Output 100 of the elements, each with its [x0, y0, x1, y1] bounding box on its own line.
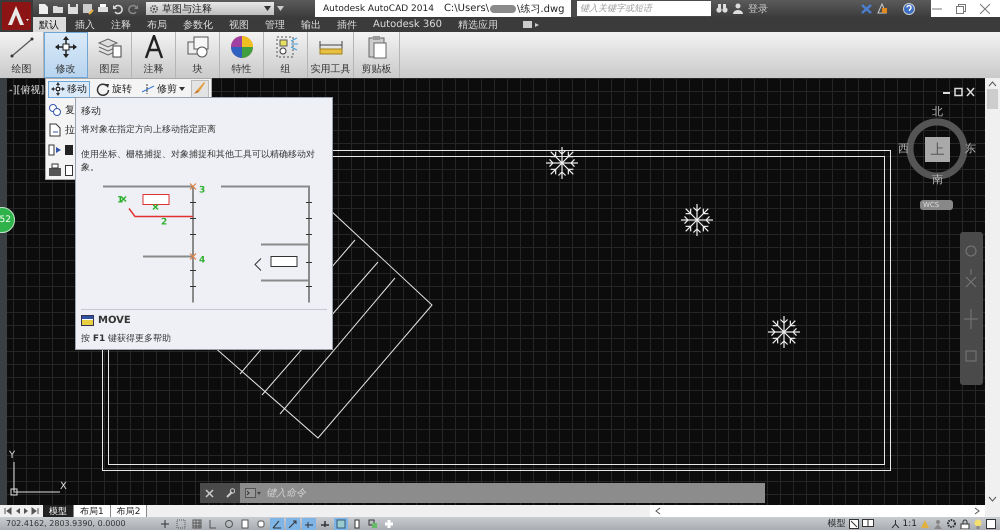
- array-icon[interactable]: [48, 162, 62, 176]
- mirror-icon[interactable]: [48, 142, 62, 156]
- status-toggle[interactable]: [286, 518, 300, 530]
- tool-button[interactable]: 修剪: [138, 80, 188, 98]
- ribbon-tab[interactable]: 精选应用: [450, 17, 505, 32]
- fullscreen-icon[interactable]: [986, 518, 996, 528]
- compass-south[interactable]: 南: [932, 174, 943, 186]
- ribbon-tab[interactable]: Autodesk 360: [366, 17, 449, 32]
- search-field[interactable]: 键入关键字或短语: [577, 1, 711, 16]
- status-toggle[interactable]: [222, 518, 236, 530]
- count-badge: 52: [0, 207, 15, 233]
- save-as-icon[interactable]: [82, 2, 94, 14]
- point-number: 3: [199, 186, 206, 196]
- ribbon-tab[interactable]: 参数化: [176, 17, 220, 32]
- viewport-controls-icon[interactable]: [943, 87, 975, 97]
- stay-connected-icon[interactable]: [877, 3, 888, 14]
- ribbon-tab[interactable]: 输出: [294, 17, 328, 32]
- scroll-right-icon[interactable]: [974, 507, 980, 515]
- undo-icon[interactable]: [112, 2, 124, 14]
- app-title: Autodesk AutoCAD 2014: [323, 4, 434, 14]
- status-toggle[interactable]: [158, 518, 172, 530]
- command-name: MOVE: [98, 315, 131, 326]
- ribbon-tab[interactable]: 注释: [104, 17, 138, 32]
- status-toggle[interactable]: [174, 518, 188, 530]
- paintbrush-icon: [192, 81, 206, 95]
- command-icon: [81, 315, 94, 326]
- file-path: C:\Users\: [444, 3, 490, 14]
- compass-east[interactable]: 东: [965, 143, 976, 155]
- axis-label: Y: [9, 450, 16, 461]
- layout-tab[interactable]: 布局1: [74, 505, 111, 517]
- compass-north[interactable]: 北: [932, 106, 943, 118]
- status-toggle[interactable]: [190, 518, 204, 530]
- app-menu-icon[interactable]: [0, 0, 33, 32]
- toggle-icon: [192, 518, 202, 528]
- ribbon-panel-button[interactable]: 特性: [220, 32, 264, 78]
- exchange-icon[interactable]: [861, 4, 872, 14]
- status-toggle[interactable]: [366, 518, 380, 530]
- status-toggle[interactable]: [302, 518, 316, 530]
- tool-label[interactable]: 复: [65, 102, 75, 116]
- ucs-axes-icon: [10, 462, 60, 496]
- point-number: 2: [161, 218, 168, 228]
- help-icon[interactable]: [903, 2, 915, 14]
- ribbon-panel-button[interactable]: 修改: [44, 32, 88, 78]
- first-tab-icon[interactable]: [4, 507, 12, 515]
- ribbon-tab[interactable]: 插件: [330, 17, 364, 32]
- save-icon[interactable]: [67, 2, 79, 14]
- plant-symbol-drawing: [768, 316, 800, 348]
- stretch-icon[interactable]: [48, 122, 62, 136]
- status-toggle[interactable]: [382, 518, 396, 530]
- scroll-down-icon[interactable]: [988, 496, 997, 502]
- gear-icon[interactable]: [946, 518, 957, 529]
- tool-icon[interactable]: [65, 142, 73, 156]
- viewport-icon[interactable]: [848, 518, 859, 528]
- scroll-left-icon[interactable]: [655, 507, 661, 515]
- workspace-label: 草图与注释: [162, 2, 213, 16]
- annotation-scale-icon[interactable]: [890, 518, 900, 528]
- tool-button[interactable]: 移动: [48, 80, 90, 98]
- shapes-icon: [184, 35, 210, 59]
- horizontal-scrollbar[interactable]: [650, 505, 985, 517]
- lock-icon[interactable]: [960, 518, 970, 528]
- tool-icon[interactable]: [65, 162, 73, 176]
- layout-tab[interactable]: 模型: [43, 505, 74, 517]
- binoculars-icon[interactable]: [716, 3, 728, 14]
- next-tab-icon[interactable]: [22, 507, 30, 515]
- ribbon-tab[interactable]: 布局: [140, 17, 174, 32]
- video-icon[interactable]: [522, 20, 539, 29]
- compass-west[interactable]: 西: [898, 143, 909, 155]
- scrollbar-thumb[interactable]: [987, 89, 998, 109]
- close-icon[interactable]: [205, 488, 214, 498]
- ribbon-tab[interactable]: 插入: [68, 17, 102, 32]
- scroll-up-icon[interactable]: [988, 81, 997, 87]
- last-tab-icon[interactable]: [31, 507, 39, 515]
- ribbon-tab[interactable]: 视图: [222, 17, 256, 32]
- move-arrows-icon: [52, 35, 78, 59]
- wrench-icon[interactable]: [224, 488, 235, 498]
- ribbon-tab[interactable]: 默认: [32, 17, 66, 32]
- tooltip-title: 移动: [81, 105, 102, 118]
- close-icon[interactable]: [980, 4, 990, 14]
- layout-tab[interactable]: 布局2: [110, 505, 148, 517]
- status-toggle[interactable]: [334, 518, 348, 530]
- layout-icon[interactable]: [862, 518, 874, 528]
- model-space-label[interactable]: 模型: [828, 517, 846, 530]
- restore-icon[interactable]: [956, 4, 966, 14]
- new-file-icon[interactable]: [37, 2, 49, 14]
- tool-button[interactable]: 旋转: [93, 80, 135, 98]
- annotation-scale[interactable]: 1:1: [902, 518, 917, 528]
- workspace-dropdown[interactable]: 草图与注释: [146, 2, 274, 15]
- ribbon-panel-button[interactable]: 块: [176, 32, 220, 78]
- plant-symbol-drawing: [681, 204, 713, 236]
- toggle-icon: [384, 518, 394, 528]
- copy-icon[interactable]: [48, 102, 62, 116]
- ribbon-tab[interactable]: 管理: [258, 17, 292, 32]
- print-icon[interactable]: [97, 2, 109, 14]
- ribbon-panel-button[interactable]: 剪贴板: [354, 32, 400, 78]
- status-toggle[interactable]: [270, 518, 284, 530]
- sign-in-link[interactable]: 登录: [748, 2, 768, 16]
- table-plan-drawing: [254, 256, 298, 271]
- snap-marker-drawing: [120, 196, 159, 210]
- tool-label[interactable]: 拉: [65, 122, 75, 136]
- user-icon[interactable]: [733, 3, 743, 14]
